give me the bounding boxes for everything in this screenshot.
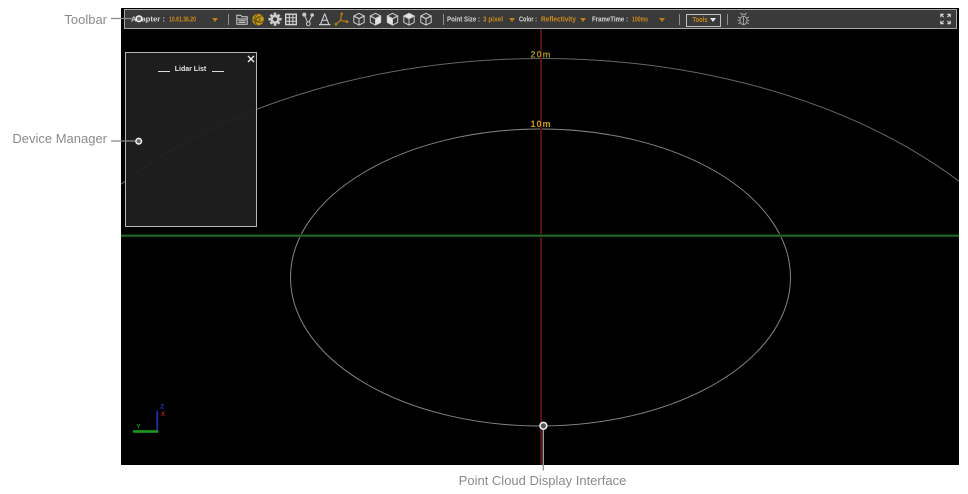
svg-text:20m: 20m xyxy=(530,50,551,60)
svg-text:X: X xyxy=(161,412,165,418)
svg-text:10m: 10m xyxy=(530,119,551,129)
svg-text:100ms: 100ms xyxy=(632,17,648,24)
svg-text:3 pixel: 3 pixel xyxy=(483,17,503,24)
svg-text:Adapter :: Adapter : xyxy=(131,17,165,24)
svg-text:10.61.36.20: 10.61.36.20 xyxy=(169,17,196,24)
svg-text:Point Size :: Point Size : xyxy=(447,17,480,24)
svg-text:Tools: Tools xyxy=(693,17,708,24)
svg-text:Y: Y xyxy=(137,425,141,431)
svg-text:Color :: Color : xyxy=(519,17,537,24)
svg-text:FrameTime :: FrameTime : xyxy=(592,17,628,24)
svg-text:Z: Z xyxy=(160,405,164,411)
svg-text:Reflectivity: Reflectivity xyxy=(541,17,576,24)
